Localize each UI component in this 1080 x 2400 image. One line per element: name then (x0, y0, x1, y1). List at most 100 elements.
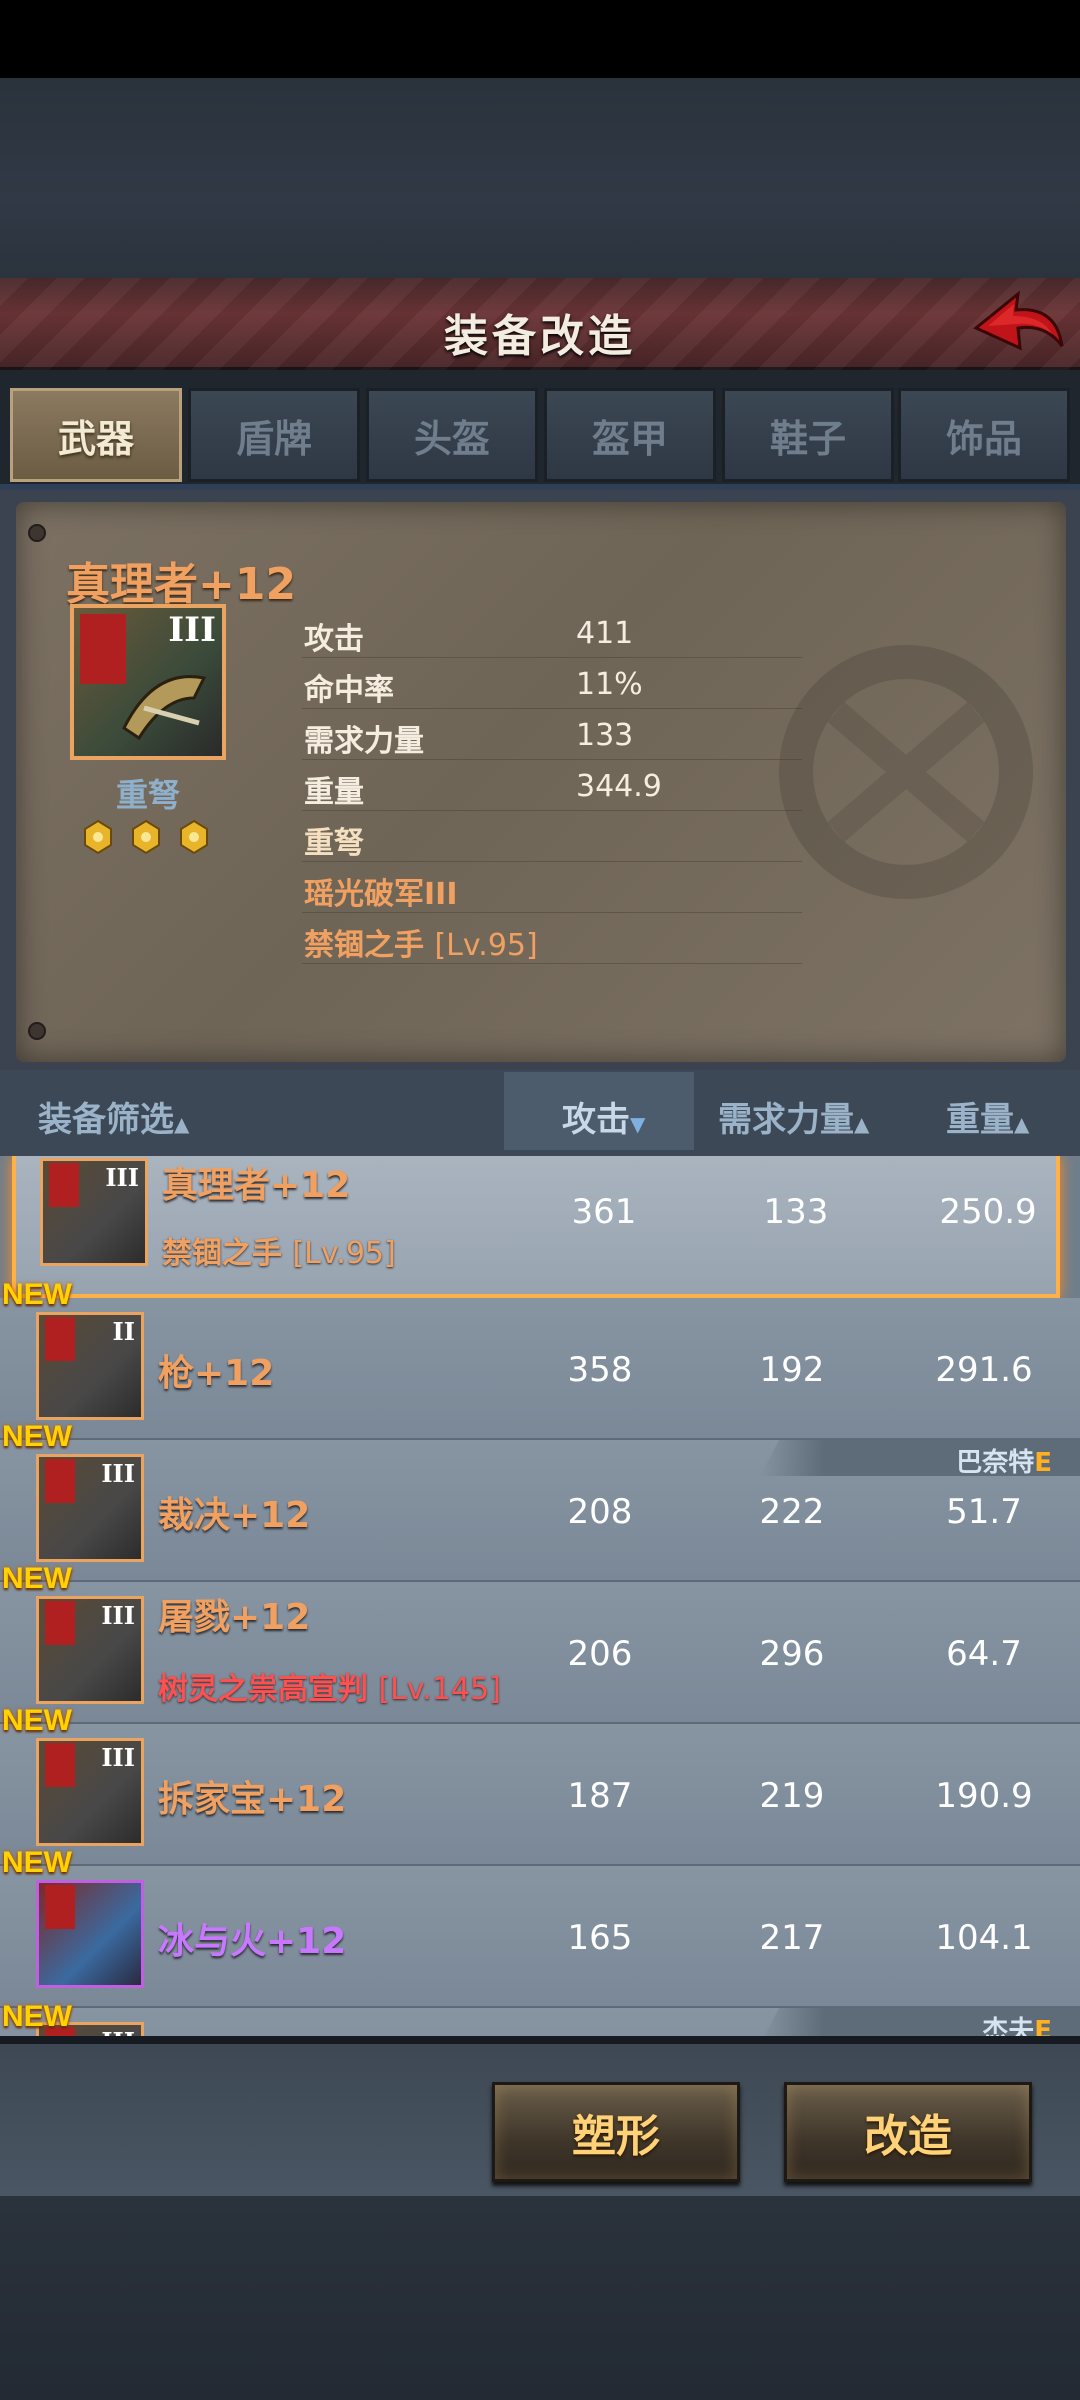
item-name: 冰与火+12 (158, 1921, 347, 1962)
sort-up-icon: ▲ (854, 1112, 870, 1136)
attack-value: 208 (567, 1492, 633, 1532)
item-name: 裁决+12 (158, 1495, 311, 1536)
item-icon[interactable]: III (70, 604, 226, 760)
stat-label: 命中率 (304, 673, 394, 708)
attack-value: 361 (571, 1192, 637, 1232)
sort-strength-button[interactable]: 需求力量▲ (718, 1092, 869, 1141)
item-set: 禁锢之手 [Lv.95] (162, 1236, 396, 1271)
banner-icon (45, 1317, 75, 1361)
skill-name: 瑶光破军III (304, 877, 458, 912)
list-header: 装备筛选▲ 攻击▼ 需求力量▲ 重量▲ (0, 1070, 1080, 1156)
item-icon: III (40, 1158, 148, 1266)
banner-icon (49, 1163, 79, 1207)
banner-icon (45, 1743, 75, 1787)
item-type: 重弩 (115, 776, 180, 814)
background-bottom (0, 2196, 1080, 2400)
list-item[interactable]: 杰夫E III NEW (0, 2000, 1080, 2036)
sort-up-icon: ▲ (1014, 1112, 1030, 1136)
sort-weight-button[interactable]: 重量▲ (946, 1092, 1029, 1141)
banner-icon (45, 1459, 75, 1503)
tab-armor[interactable]: 盔甲 (544, 388, 716, 482)
status-bar (0, 0, 1080, 78)
stat-required-strength: 需求力量 133 (302, 710, 802, 760)
attack-value: 165 (567, 1918, 633, 1958)
tier-badge: III (101, 1459, 135, 1488)
star-rating (82, 818, 222, 858)
stat-label: 需求力量 (304, 724, 424, 759)
item-set: 树灵之祟高宣判 [Lv.145] (158, 1672, 501, 1707)
weight-value: 64.7 (946, 1634, 1022, 1674)
stat-label: 重弩 (304, 826, 364, 861)
list-item[interactable]: 巴奈特E III NEW 裁决+12 208 222 51.7 (0, 1420, 1080, 1582)
weight-value: 104.1 (935, 1918, 1033, 1958)
item-icon: III (36, 1738, 144, 1846)
new-badge: NEW (2, 2000, 72, 2033)
strength-value: 222 (759, 1492, 825, 1532)
page-title: 装备改造 (444, 311, 636, 362)
equipment-list[interactable]: III 真理者+12 禁锢之手 [Lv.95] 361 133 250.9 II… (0, 1156, 1080, 2036)
strength-value: 219 (759, 1776, 825, 1816)
background-top (0, 78, 1080, 278)
stat-value: 344.9 (576, 769, 662, 804)
stat-weight: 重量 344.9 (302, 761, 802, 811)
tab-weapon[interactable]: 武器 (10, 388, 182, 482)
item-name: 真理者+12 (66, 559, 297, 610)
banner-icon (45, 1885, 75, 1929)
list-item[interactable]: III NEW 拆家宝+12 187 219 190.9 (0, 1704, 1080, 1866)
action-bar: 塑形 改造 (0, 2036, 1080, 2196)
sort-up-icon: ▲ (174, 1112, 190, 1136)
tab-helmet[interactable]: 头盔 (366, 388, 538, 482)
list-item[interactable]: NEW 冰与火+12 165 217 104.1 (0, 1846, 1080, 2008)
stat-label: 攻击 (304, 622, 364, 657)
item-icon: III (36, 1596, 144, 1704)
tab-accessory[interactable]: 饰品 (898, 388, 1070, 482)
set-name: 禁锢之手 [Lv.95] (304, 928, 538, 963)
new-badge: NEW (2, 1562, 72, 1595)
stat-skill: 瑶光破军III (302, 863, 802, 913)
tier-badge: III (101, 1743, 135, 1772)
tier-badge: III (101, 2027, 135, 2036)
stat-extra-type: 重弩 (302, 812, 802, 862)
weight-value: 51.7 (946, 1492, 1022, 1532)
list-item[interactable]: III NEW 屠戮+12 树灵之祟高宣判 [Lv.145] 206 296 6… (0, 1562, 1080, 1724)
strength-value: 192 (759, 1350, 825, 1390)
strength-value: 133 (763, 1192, 829, 1232)
new-badge: NEW (2, 1278, 72, 1311)
item-name: 真理者+12 (162, 1165, 351, 1206)
bolt-icon (28, 524, 46, 542)
banner-icon (45, 1601, 75, 1645)
sort-attack-button[interactable]: 攻击▼ (562, 1092, 645, 1141)
strength-value: 217 (759, 1918, 825, 1958)
weight-value: 250.9 (939, 1192, 1037, 1232)
title-bar: 装备改造 (0, 278, 1080, 370)
owner-tag: 巴奈特E (956, 1448, 1052, 1478)
new-badge: NEW (2, 1846, 72, 1879)
category-tabs: 武器 盾牌 头盔 盔甲 鞋子 饰品 (0, 370, 1080, 488)
emblem-watermark-icon (779, 645, 1033, 899)
item-name: 屠戮+12 (158, 1597, 311, 1638)
item-icon (36, 1880, 144, 1988)
tier-badge: III (168, 610, 216, 650)
stat-attack: 攻击 411 (302, 608, 802, 658)
item-icon: III (36, 1454, 144, 1562)
strength-value: 296 (759, 1634, 825, 1674)
list-item[interactable]: II NEW 枪+12 358 192 291.6 (0, 1278, 1080, 1440)
list-item[interactable]: III 真理者+12 禁锢之手 [Lv.95] 361 133 250.9 (12, 1156, 1060, 1298)
back-arrow-icon (973, 290, 1064, 351)
weight-value: 291.6 (935, 1350, 1033, 1390)
tab-shield[interactable]: 盾牌 (188, 388, 360, 482)
filter-button[interactable]: 装备筛选▲ (38, 1092, 189, 1141)
tier-badge: III (101, 1601, 135, 1630)
back-button[interactable] (968, 288, 1068, 362)
tab-shoes[interactable]: 鞋子 (722, 388, 894, 482)
tier-badge: III (105, 1163, 139, 1192)
attack-value: 187 (567, 1776, 633, 1816)
new-badge: NEW (2, 1704, 72, 1737)
reshape-button[interactable]: 塑形 (492, 2082, 740, 2182)
stat-value: 411 (576, 616, 634, 651)
stat-label: 重量 (304, 775, 364, 810)
item-name: 枪+12 (158, 1353, 275, 1394)
modify-button[interactable]: 改造 (784, 2082, 1032, 2182)
item-icon: II (36, 1312, 144, 1420)
stat-value: 11% (576, 667, 643, 702)
